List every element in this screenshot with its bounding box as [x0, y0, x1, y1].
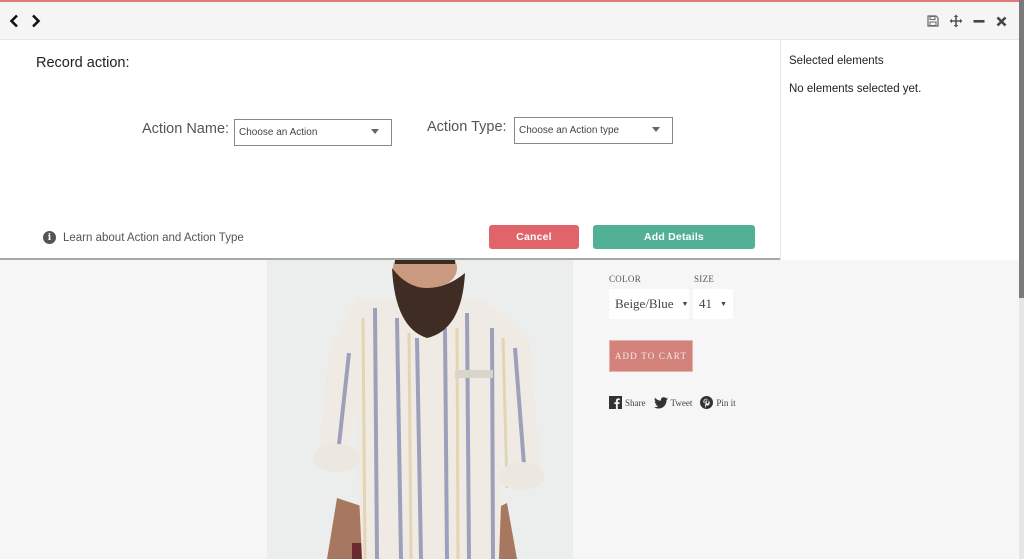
floppy-disk-icon	[927, 15, 939, 27]
move-button[interactable]	[948, 13, 964, 29]
close-x-icon	[996, 16, 1006, 26]
scrollbar-thumb[interactable]	[1019, 0, 1024, 298]
action-name-placeholder: Choose an Action	[239, 127, 318, 138]
share-pinterest[interactable]: Pin it	[700, 396, 736, 409]
minus-icon	[973, 20, 985, 23]
back-button[interactable]	[6, 12, 22, 30]
selected-elements-title: Selected elements	[789, 55, 884, 67]
color-label: COLOR	[609, 274, 642, 284]
action-name-select[interactable]: Choose an Action	[234, 119, 392, 146]
action-type-label: Action Type:	[427, 119, 507, 135]
info-icon: i	[43, 231, 56, 244]
caret-down-icon	[652, 127, 660, 132]
share-label: Pin it	[716, 397, 736, 408]
selected-elements-panel: Selected elements No elements selected y…	[780, 40, 1019, 260]
size-value: 41	[699, 296, 712, 311]
record-action-panel: Record action: Action Name: Choose an Ac…	[0, 0, 1019, 260]
share-row: Share Tweet Pin it	[609, 396, 736, 409]
caret-down-icon: ▼	[681, 300, 689, 308]
action-name-label: Action Name:	[142, 121, 230, 137]
move-arrows-icon	[949, 14, 963, 28]
share-facebook[interactable]: Share	[609, 396, 646, 409]
add-details-button[interactable]: Add Details	[593, 225, 755, 249]
learn-about-link[interactable]: i Learn about Action and Action Type	[43, 231, 244, 244]
cancel-button[interactable]: Cancel	[489, 225, 579, 249]
add-to-cart-button[interactable]: ADD TO CART	[609, 340, 693, 372]
pinterest-icon	[700, 396, 714, 409]
chevron-right-icon	[32, 14, 41, 28]
share-twitter[interactable]: Tweet	[653, 396, 693, 409]
share-label: Tweet	[670, 397, 693, 408]
share-label: Share	[625, 397, 646, 408]
product-image[interactable]	[267, 258, 573, 559]
minimize-button[interactable]	[971, 13, 987, 29]
product-photo-illustration	[267, 258, 573, 559]
color-value: Beige/Blue	[615, 296, 674, 311]
save-button[interactable]	[925, 13, 941, 29]
twitter-icon	[653, 396, 668, 409]
page-scrollbar[interactable]	[1019, 0, 1024, 559]
chevron-left-icon	[9, 14, 18, 28]
selected-elements-empty-message: No elements selected yet.	[789, 83, 922, 95]
forward-button[interactable]	[28, 12, 44, 30]
close-button[interactable]	[993, 13, 1009, 29]
caret-down-icon: ▼	[720, 300, 727, 308]
size-label: SIZE	[694, 274, 715, 284]
learn-about-text: Learn about Action and Action Type	[63, 231, 244, 244]
facebook-icon	[609, 396, 622, 409]
caret-down-icon	[371, 129, 379, 134]
action-type-select[interactable]: Choose an Action type	[514, 117, 673, 144]
color-select[interactable]: Beige/Blue ▼	[609, 289, 689, 319]
panel-toolbar	[0, 2, 1019, 40]
record-action-title: Record action:	[36, 55, 130, 71]
action-type-placeholder: Choose an Action type	[519, 125, 620, 136]
size-select[interactable]: 41 ▼	[693, 289, 733, 319]
